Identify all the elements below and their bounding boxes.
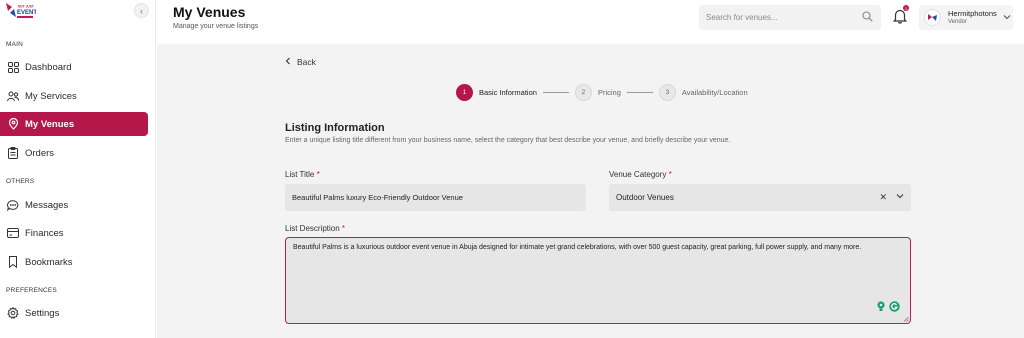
venue-category-value: Outdoor Venues	[616, 193, 674, 202]
notification-badge: 1	[903, 5, 909, 11]
sidebar-item-label: Settings	[25, 307, 60, 319]
sidebar-item-label: My Venues	[25, 118, 75, 130]
svg-text:EVENT: EVENT	[17, 10, 36, 16]
grid-icon	[7, 61, 19, 73]
sidebar-item-settings[interactable]: Settings	[0, 301, 148, 325]
sidebar-item-label: Finances	[25, 227, 64, 239]
required-marker: *	[341, 224, 346, 233]
location-pin-icon	[7, 118, 19, 130]
step-1-label: Basic Information	[479, 87, 537, 97]
list-description-textarea[interactable]: Beautiful Palms is a luxurious outdoor e…	[285, 237, 911, 324]
search-placeholder: Search for venues...	[706, 13, 778, 22]
required-marker: *	[316, 170, 320, 179]
bookmark-icon	[7, 256, 19, 268]
list-title-label-text: List Title	[285, 170, 315, 179]
step-3-label: Availability/Location	[681, 87, 748, 97]
clear-icon[interactable]: ✕	[879, 192, 887, 203]
venue-category-label: Venue Category *	[609, 170, 672, 179]
page-subtitle: Manage your venue listings	[173, 23, 259, 30]
step-connector	[542, 91, 569, 93]
user-name: Hermitphotons	[948, 9, 997, 18]
sidebar-item-orders[interactable]: Orders	[0, 141, 148, 165]
venue-category-label-text: Venue Category	[609, 170, 667, 179]
sidebar-item-finances[interactable]: Finances	[0, 221, 148, 245]
page-title: My Venues	[173, 4, 246, 20]
sidebar-item-label: Bookmarks	[25, 256, 73, 268]
sidebar-item-dashboard[interactable]: Dashboard	[0, 55, 148, 79]
section-label-others: OTHERS	[6, 178, 35, 185]
stepper: 1 Basic Information 2 Pricing 3 Availabi…	[456, 83, 748, 101]
lightbulb-icon[interactable]	[876, 301, 886, 315]
chat-icon	[7, 199, 19, 211]
sidebar-item-label: Orders	[25, 147, 55, 159]
list-title-value: Beautiful Palms luxury Eco-Friendly Outd…	[292, 193, 463, 202]
step-2-circle[interactable]: 2	[574, 83, 592, 101]
section-label-main: MAIN	[6, 41, 24, 48]
sidebar-item-my-services[interactable]: My Services	[0, 84, 148, 108]
chevron-down-icon	[1003, 13, 1011, 22]
sidebar: NOT JUST EVENT ‹ MAIN Dashboard My Servi…	[0, 0, 156, 338]
gear-icon	[7, 307, 19, 319]
svg-text:NOT JUST: NOT JUST	[18, 5, 34, 9]
sidebar-item-bookmarks[interactable]: Bookmarks	[0, 250, 148, 274]
chevron-left-icon	[285, 57, 291, 67]
step-2-label: Pricing	[597, 87, 621, 97]
textarea-assist-icons	[876, 301, 900, 315]
section-description: Enter a unique listing title different f…	[285, 137, 731, 144]
list-title-label: List Title *	[285, 170, 320, 179]
collapse-sidebar-button[interactable]: ‹	[134, 3, 149, 18]
card-icon	[7, 227, 19, 239]
section-title: Listing Information	[285, 122, 385, 134]
step-1-circle[interactable]: 1	[456, 83, 473, 101]
avatar	[924, 9, 941, 26]
list-title-input[interactable]: Beautiful Palms luxury Eco-Friendly Outd…	[285, 184, 586, 211]
top-header: My Venues Manage your venue listings Sea…	[157, 0, 1024, 44]
step-connector	[626, 91, 653, 93]
main-content: Back 1 Basic Information 2 Pricing 3 Ava…	[157, 44, 1024, 338]
user-menu[interactable]: Hermitphotons Vendor	[919, 5, 1013, 30]
back-button[interactable]: Back	[285, 57, 316, 67]
brand-logo[interactable]: NOT JUST EVENT	[4, 1, 37, 21]
chevron-down-icon[interactable]	[896, 192, 904, 201]
list-description-value: Beautiful Palms is a luxurious outdoor e…	[293, 244, 862, 251]
venue-category-select[interactable]: Outdoor Venues ✕	[609, 184, 911, 211]
list-description-label: List Description *	[285, 224, 345, 233]
grammarly-icon[interactable]	[889, 301, 900, 315]
user-role: Vendor	[948, 19, 968, 25]
list-description-label-text: List Description	[285, 224, 340, 233]
step-3-circle[interactable]: 3	[658, 83, 676, 101]
sidebar-item-my-venues[interactable]: My Venues	[0, 112, 148, 136]
resize-handle[interactable]	[903, 316, 909, 322]
section-label-preferences: PREFERENCES	[6, 287, 57, 294]
sidebar-item-messages[interactable]: Messages	[0, 193, 148, 217]
search-input[interactable]: Search for venues...	[699, 5, 881, 30]
sidebar-item-label: Messages	[25, 199, 69, 211]
search-icon[interactable]	[862, 11, 873, 24]
clipboard-icon	[7, 147, 19, 159]
back-label: Back	[297, 57, 316, 67]
people-icon	[7, 90, 19, 102]
sidebar-item-label: My Services	[25, 90, 77, 102]
required-marker: *	[668, 170, 672, 179]
sidebar-item-label: Dashboard	[25, 61, 72, 73]
